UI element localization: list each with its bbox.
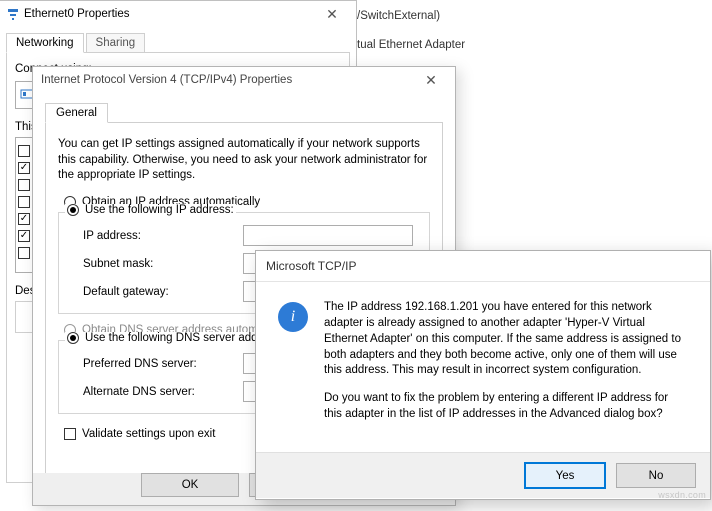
- tab-sharing[interactable]: Sharing: [86, 33, 146, 52]
- checkbox-icon[interactable]: [64, 428, 76, 440]
- close-icon[interactable]: ✕: [411, 67, 451, 93]
- checkbox-icon[interactable]: [18, 247, 30, 259]
- checkbox-icon[interactable]: ✓: [18, 230, 30, 242]
- info-icon: i: [278, 302, 308, 332]
- ok-button[interactable]: OK: [141, 473, 239, 497]
- radio-use-ip[interactable]: Use the following IP address:: [67, 204, 234, 216]
- watermark: wsxdn.com: [658, 490, 706, 500]
- ipv4-tabs: General: [45, 99, 443, 123]
- alternate-dns-label: Alternate DNS server:: [83, 386, 243, 398]
- subnet-label: Subnet mask:: [83, 258, 243, 270]
- background-text: tual Ethernet Adapter: [357, 39, 465, 51]
- tab-general[interactable]: General: [45, 103, 108, 123]
- background-text: /SwitchExternal): [357, 10, 440, 22]
- ipv4-titlebar[interactable]: Internet Protocol Version 4 (TCP/IPv4) P…: [33, 67, 455, 93]
- gateway-label: Default gateway:: [83, 286, 243, 298]
- checkbox-icon[interactable]: [18, 196, 30, 208]
- radio-icon[interactable]: [67, 332, 79, 344]
- tcpip-alert-dialog: Microsoft TCP/IP i The IP address 192.16…: [255, 250, 711, 500]
- alert-paragraph: The IP address 192.168.1.201 you have en…: [324, 300, 688, 379]
- preferred-dns-label: Preferred DNS server:: [83, 358, 243, 370]
- validate-label: Validate settings upon exit: [82, 428, 215, 440]
- yes-button[interactable]: Yes: [524, 462, 606, 489]
- ethernet-window-title: Ethernet0 Properties: [24, 8, 129, 20]
- checkbox-icon[interactable]: ✓: [18, 162, 30, 174]
- no-button[interactable]: No: [616, 463, 696, 488]
- close-icon[interactable]: ✕: [312, 1, 352, 27]
- ethernet-titlebar[interactable]: Ethernet0 Properties ✕: [0, 1, 356, 27]
- radio-icon[interactable]: [67, 204, 79, 216]
- ipv4-help-text: You can get IP settings assigned automat…: [58, 137, 430, 184]
- checkbox-icon[interactable]: [18, 145, 30, 157]
- alert-paragraph: Do you want to fix the problem by enteri…: [324, 391, 688, 423]
- alert-button-bar: Yes No: [256, 452, 710, 498]
- network-adapter-icon: [6, 7, 20, 21]
- ip-address-input[interactable]: [243, 225, 413, 246]
- alert-title[interactable]: Microsoft TCP/IP: [256, 251, 710, 282]
- checkbox-icon[interactable]: [18, 179, 30, 191]
- ip-address-label: IP address:: [83, 230, 243, 242]
- alert-message: The IP address 192.168.1.201 you have en…: [324, 300, 688, 452]
- ethernet-tabs: Networking Sharing: [6, 29, 350, 53]
- ipv4-window-title: Internet Protocol Version 4 (TCP/IPv4) P…: [41, 74, 292, 86]
- tab-networking[interactable]: Networking: [6, 33, 84, 53]
- radio-label: Use the following IP address:: [85, 204, 234, 216]
- checkbox-icon[interactable]: ✓: [18, 213, 30, 225]
